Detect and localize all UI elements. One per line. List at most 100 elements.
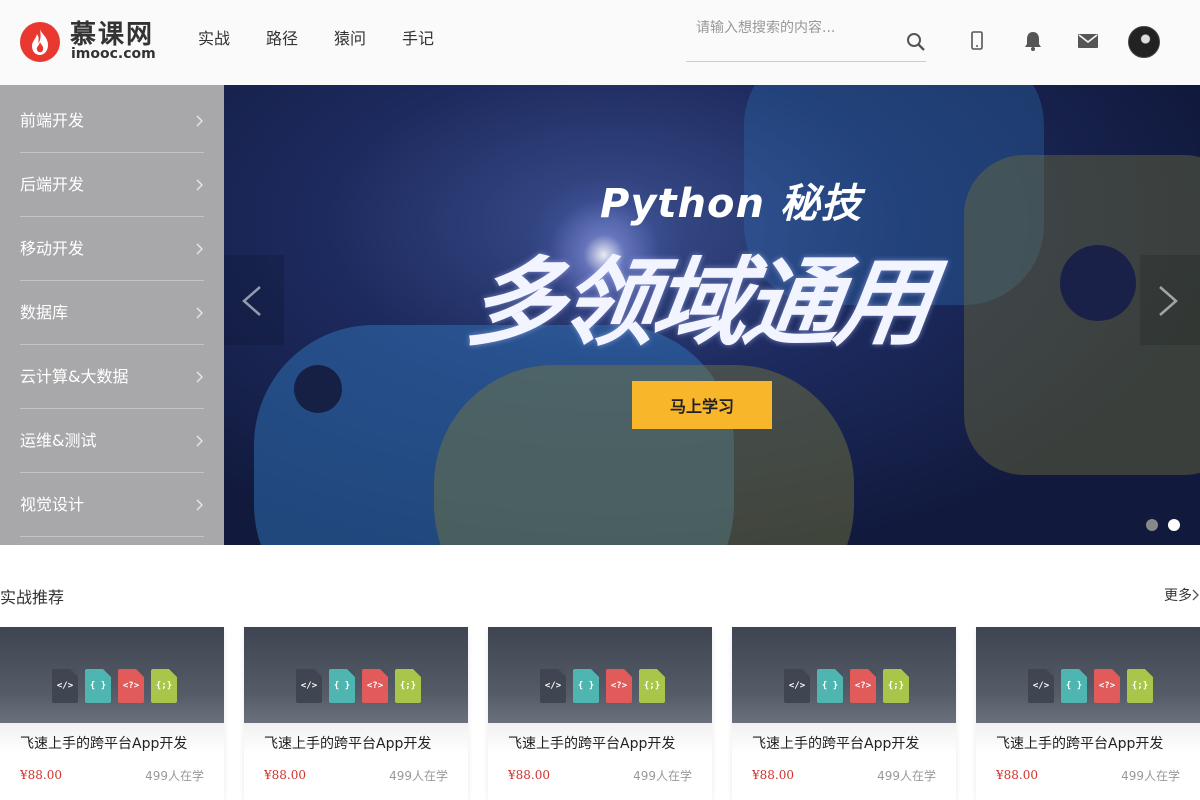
course-thumbnail: </> { } <?> {;}: [488, 627, 712, 723]
code-file-icon: </>: [540, 669, 566, 703]
course-price: ¥88.00: [508, 768, 550, 782]
carousel-dots: [1136, 519, 1180, 531]
carousel-dot-2[interactable]: [1168, 519, 1180, 531]
sidebar-item-visual-design[interactable]: 视觉设计: [20, 473, 204, 537]
chevron-right-icon: [196, 179, 203, 191]
code-file-icon: </>: [296, 669, 322, 703]
sidebar-item-mobile[interactable]: 移动开发: [20, 217, 204, 281]
search-input[interactable]: [696, 20, 896, 36]
code-file-icon: </>: [1028, 669, 1054, 703]
json-file-icon: { }: [817, 669, 843, 703]
sidebar-item-label: 前端开发: [20, 111, 85, 130]
sidebar-item-database[interactable]: 数据库: [20, 281, 204, 345]
chevron-right-icon: [1192, 589, 1199, 601]
sidebar-item-label: 移动开发: [20, 239, 85, 258]
carousel-dot-1[interactable]: [1146, 519, 1158, 531]
course-card[interactable]: </> { } <?> {;} 飞速上手的跨平台App开发 ¥88.00 499…: [732, 627, 956, 800]
chevron-right-icon: [196, 307, 203, 319]
hero-carousel: Python 秘技 多领域通用 马上学习: [224, 85, 1200, 545]
sidebar-item-label: 运维&测试: [20, 431, 97, 450]
course-price: ¥88.00: [752, 768, 794, 782]
flame-logo-icon: [20, 22, 60, 62]
python-logo-eye: [1060, 245, 1136, 321]
user-avatar[interactable]: [1128, 26, 1160, 58]
sidebar-item-label: 视觉设计: [20, 495, 85, 514]
php-file-icon: <?>: [606, 669, 632, 703]
json-file-icon: { }: [329, 669, 355, 703]
course-thumbnail: </> { } <?> {;}: [976, 627, 1200, 723]
chevron-right-icon: [196, 435, 203, 447]
chevron-left-icon: [242, 286, 261, 316]
banner-kicker: Python 秘技: [600, 181, 862, 227]
course-thumbnail: </> { } <?> {;}: [732, 627, 956, 723]
student-count: 499人在学: [145, 769, 204, 783]
course-card[interactable]: </> { } <?> {;} 飞速上手的跨平台App开发 ¥88.00 499…: [976, 627, 1200, 800]
logo-domain: imooc.com: [71, 46, 156, 62]
course-card[interactable]: </> { } <?> {;} 飞速上手的跨平台App开发 ¥88.00 499…: [0, 627, 224, 800]
student-count: 499人在学: [877, 769, 936, 783]
script-file-icon: {;}: [883, 669, 909, 703]
notification-bell-icon[interactable]: [1022, 30, 1044, 56]
python-logo-eye: [294, 365, 342, 413]
carousel-next-button[interactable]: [1140, 255, 1200, 345]
chevron-right-icon: [196, 115, 203, 127]
site-header: 慕课网 imooc.com 实战 路径 猿问 手记: [0, 0, 1200, 85]
sidebar-item-backend[interactable]: 后端开发: [20, 153, 204, 217]
mail-icon[interactable]: [1077, 30, 1099, 56]
php-file-icon: <?>: [118, 669, 144, 703]
course-price: ¥88.00: [20, 768, 62, 782]
course-price: ¥88.00: [996, 768, 1038, 782]
php-file-icon: <?>: [362, 669, 388, 703]
json-file-icon: { }: [1061, 669, 1087, 703]
student-count: 499人在学: [1121, 769, 1180, 783]
course-card[interactable]: </> { } <?> {;} 飞速上手的跨平台App开发 ¥88.00 499…: [488, 627, 712, 800]
json-file-icon: { }: [85, 669, 111, 703]
sidebar-item-cloud-bigdata[interactable]: 云计算&大数据: [20, 345, 204, 409]
nav-item-practice[interactable]: 实战: [198, 28, 230, 50]
search-icon[interactable]: [906, 32, 926, 56]
course-thumbnail: </> { } <?> {;}: [0, 627, 224, 723]
course-title: 飞速上手的跨平台App开发: [508, 736, 676, 752]
chevron-right-icon: [196, 499, 203, 511]
banner-headline: 多领域通用: [460, 247, 937, 359]
chevron-right-icon: [1159, 286, 1178, 316]
mobile-phone-icon[interactable]: [970, 30, 984, 56]
course-card[interactable]: </> { } <?> {;} 飞速上手的跨平台App开发 ¥88.00 499…: [244, 627, 468, 800]
php-file-icon: <?>: [850, 669, 876, 703]
course-thumbnail: </> { } <?> {;}: [244, 627, 468, 723]
nav-item-path[interactable]: 路径: [266, 28, 298, 50]
script-file-icon: {;}: [1127, 669, 1153, 703]
student-count: 499人在学: [389, 769, 448, 783]
student-count: 499人在学: [633, 769, 692, 783]
course-title: 飞速上手的跨平台App开发: [752, 736, 920, 752]
section-title: 实战推荐: [0, 588, 65, 607]
php-file-icon: <?>: [1094, 669, 1120, 703]
code-file-icon: </>: [784, 669, 810, 703]
carousel-prev-button[interactable]: [224, 255, 284, 345]
more-label: 更多: [1164, 588, 1192, 604]
sidebar-item-label: 数据库: [20, 303, 69, 322]
sidebar-item-label: 云计算&大数据: [20, 367, 129, 386]
search-box: [686, 14, 926, 62]
course-price: ¥88.00: [264, 768, 306, 782]
sidebar-item-ops-testing[interactable]: 运维&测试: [20, 409, 204, 473]
site-logo[interactable]: 慕课网 imooc.com: [20, 21, 160, 63]
chevron-right-icon: [196, 243, 203, 255]
category-sidebar: 前端开发 后端开发 移动开发 数据库 云计算&大数据 运维&测试 视觉设计: [0, 85, 224, 545]
chevron-right-icon: [196, 371, 203, 383]
script-file-icon: {;}: [151, 669, 177, 703]
logo-text: 慕课网: [70, 20, 155, 50]
sidebar-item-frontend[interactable]: 前端开发: [20, 89, 204, 153]
sidebar-item-label: 后端开发: [20, 175, 85, 194]
learn-now-button[interactable]: 马上学习: [632, 381, 772, 429]
course-title: 飞速上手的跨平台App开发: [264, 736, 432, 752]
json-file-icon: { }: [573, 669, 599, 703]
script-file-icon: {;}: [395, 669, 421, 703]
script-file-icon: {;}: [639, 669, 665, 703]
nav-item-qa[interactable]: 猿问: [334, 28, 366, 50]
course-title: 飞速上手的跨平台App开发: [20, 736, 188, 752]
main-nav: 实战 路径 猿问 手记: [198, 28, 470, 50]
code-file-icon: </>: [52, 669, 78, 703]
nav-item-notes[interactable]: 手记: [402, 28, 434, 50]
more-link[interactable]: 更多: [1164, 585, 1200, 605]
